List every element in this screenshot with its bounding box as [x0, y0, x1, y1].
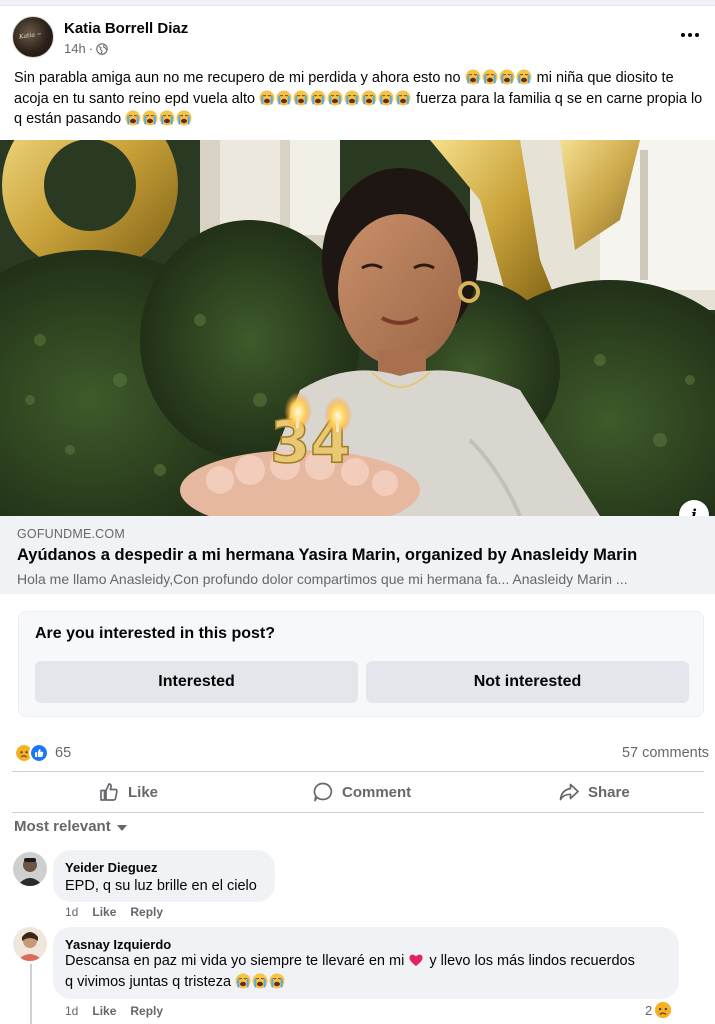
survey-question: Are you interested in this post? [35, 625, 276, 642]
comment-label: Comment [342, 783, 412, 801]
like-reaction-icon [29, 743, 49, 763]
share-label: Share [588, 783, 630, 801]
share-arrow-icon [559, 783, 579, 801]
crying-face-icon [378, 90, 394, 106]
crying-face-icon [499, 69, 515, 85]
crying-face-icon [125, 110, 141, 126]
top-divider [0, 0, 715, 6]
thread-line [30, 964, 32, 1024]
crying-face-icon [269, 973, 285, 989]
crying-face-icon [395, 90, 411, 106]
crying-face-icon [361, 90, 377, 106]
like-button[interactable]: Like [98, 774, 158, 810]
commenter-avatar[interactable] [13, 852, 47, 886]
comment-time[interactable]: 1d [65, 1004, 78, 1018]
meta-separator: · [88, 41, 94, 56]
comments-count[interactable]: 57 comments [622, 745, 709, 761]
divider [12, 771, 704, 772]
avatar-image [13, 927, 47, 961]
author-name[interactable]: Katia Borrell Diaz [64, 20, 188, 37]
interest-survey: Are you interested in this post? Interes… [18, 611, 704, 717]
comment-text-line1-b: y llevo los más lindos recuerdos [425, 953, 635, 969]
comment-like-button[interactable]: Like [92, 905, 116, 919]
author-avatar[interactable]: Katia ~ [12, 16, 54, 58]
globe-icon [96, 42, 108, 55]
link-domain: GOFUNDME.COM [17, 527, 125, 541]
reaction-summary[interactable]: 65 [14, 742, 71, 764]
comment-sort-dropdown[interactable]: Most relevant [14, 818, 127, 835]
comment-reaction-number: 2 [645, 1002, 653, 1018]
crying-face-icon [293, 90, 309, 106]
birthday-photo: 34 [0, 140, 715, 516]
crying-face-icon [252, 973, 268, 989]
comment-reply-button[interactable]: Reply [130, 905, 163, 919]
comment-text: Descansa en paz mi vida yo siempre te ll… [65, 951, 635, 993]
post-text: Sin parabla amiga aun no me recupero de … [14, 68, 704, 130]
reaction-count[interactable]: 65 [55, 745, 71, 761]
heart-icon [408, 952, 424, 968]
link-title[interactable]: Ayúdanos a despedir a mi hermana Yasira … [17, 546, 637, 565]
comment-time[interactable]: 1d [65, 905, 78, 919]
comment-meta: 1d Like Reply [65, 1004, 163, 1018]
crying-face-icon [482, 69, 498, 85]
sort-label: Most relevant [14, 818, 111, 835]
crying-face-icon [516, 69, 532, 85]
chevron-down-icon [116, 824, 127, 831]
avatar-image [13, 852, 47, 886]
post-meta: 14h · [64, 41, 108, 56]
post-actions: Like Comment Share [0, 774, 715, 810]
link-description: Hola me llamo Anasleidy,Con profundo dol… [17, 571, 628, 587]
comment-reply-button[interactable]: Reply [130, 1004, 163, 1018]
crying-face-icon [276, 90, 292, 106]
comment-text-line2: q vivimos juntas q tristeza [65, 974, 236, 990]
sad-reaction-icon [655, 1001, 672, 1019]
crying-face-icon [327, 90, 343, 106]
post-header: Katia ~ Katia Borrell Diaz 14h · [12, 16, 704, 60]
comment-reaction-count[interactable]: 2 [645, 1001, 672, 1019]
crying-face-icon [259, 90, 275, 106]
thumbs-up-icon [100, 783, 118, 801]
interested-button[interactable]: Interested [35, 661, 358, 703]
share-button[interactable]: Share [558, 774, 630, 810]
crying-face-icon [465, 69, 481, 85]
crying-face-icon [176, 110, 192, 126]
comment-like-button[interactable]: Like [92, 1004, 116, 1018]
more-options-icon[interactable] [676, 24, 704, 46]
comment-text-line1-a: Descansa en paz mi vida yo siempre te ll… [65, 953, 409, 969]
comment-meta: 1d Like Reply [65, 905, 163, 919]
crying-face-icon [159, 110, 175, 126]
comment-author[interactable]: Yasnay Izquierdo [65, 937, 171, 952]
crying-face-icon [142, 110, 158, 126]
comment-author[interactable]: Yeider Dieguez [65, 860, 157, 875]
comment-button[interactable]: Comment [312, 774, 411, 810]
comment-bubble: Yeider Dieguez EPD, q su luz brille en e… [53, 850, 275, 902]
commenter-avatar[interactable] [13, 927, 47, 961]
link-preview[interactable]: GOFUNDME.COM Ayúdanos a despedir a mi he… [0, 516, 715, 594]
comment-bubble: Yasnay Izquierdo Descansa en paz mi vida… [53, 927, 679, 999]
comment-text: EPD, q su luz brille en el cielo [65, 878, 257, 894]
not-interested-button[interactable]: Not interested [366, 661, 689, 703]
divider [12, 812, 704, 813]
post-text-part-1: Sin parabla amiga aun no me recupero de … [14, 70, 465, 86]
crying-face-icon [235, 973, 251, 989]
comment-bubble-icon [313, 782, 333, 802]
like-label: Like [128, 783, 159, 801]
post-time[interactable]: 14h [64, 41, 86, 56]
link-preview-image[interactable]: 34 [0, 140, 715, 516]
crying-face-icon [310, 90, 326, 106]
crying-face-icon [344, 90, 360, 106]
